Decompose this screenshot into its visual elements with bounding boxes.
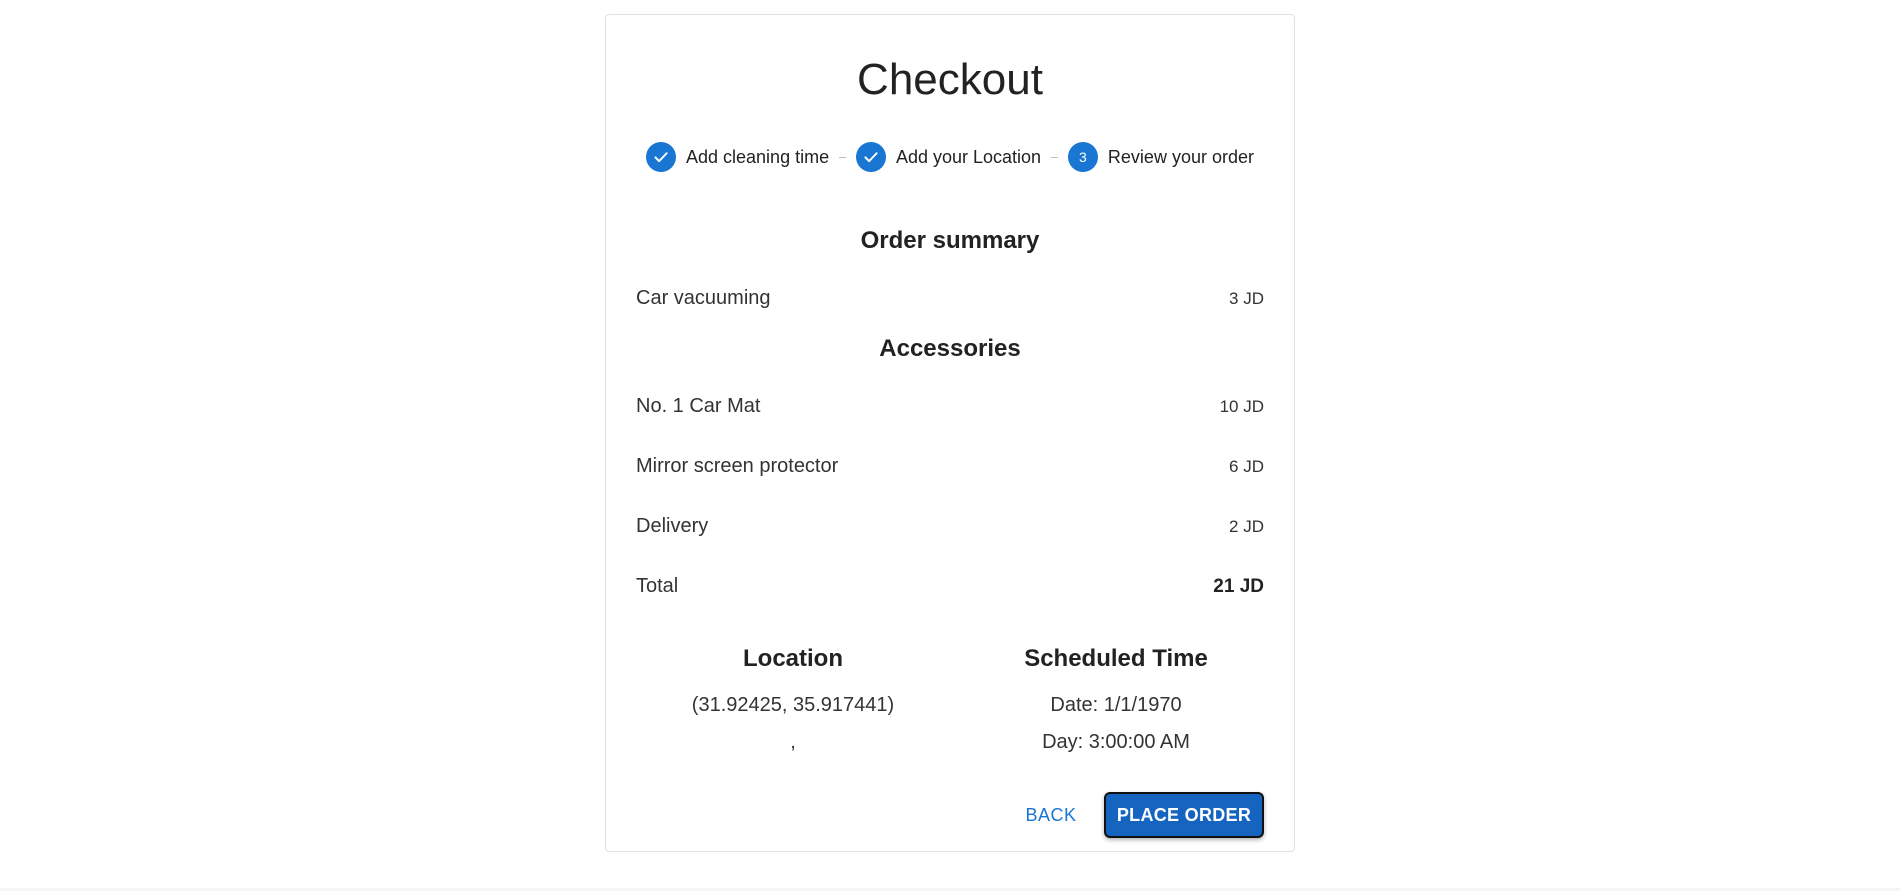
place-order-button[interactable]: PLACE ORDER bbox=[1104, 792, 1264, 838]
service-price: 3 JD bbox=[1229, 288, 1264, 308]
page-title: Checkout bbox=[857, 55, 1043, 104]
step-label: Add your Location bbox=[895, 146, 1042, 167]
back-button[interactable]: BACK bbox=[1019, 793, 1083, 837]
schedule-day: Day: 3:00:00 AM bbox=[1042, 731, 1190, 753]
accessory-row: Mirror screen protector 6 JD bbox=[636, 455, 1264, 478]
location-heading: Location bbox=[743, 645, 843, 672]
step-add-location: Add your Location bbox=[855, 142, 1042, 172]
schedule-heading: Scheduled Time bbox=[1024, 645, 1208, 672]
total-label: Total bbox=[636, 575, 679, 597]
step-label: Add cleaning time bbox=[686, 146, 830, 167]
accessory-price: 6 JD bbox=[1229, 456, 1264, 476]
schedule-section: Scheduled Time Date: 1/1/1970 Day: 3:00:… bbox=[956, 645, 1276, 761]
step-connector bbox=[839, 156, 846, 158]
location-coordinates: (31.92425, 35.917441) bbox=[691, 694, 895, 716]
delivery-price: 2 JD bbox=[1229, 516, 1264, 536]
checkout-stepper: Add cleaning time Add your Location 3 Re… bbox=[646, 142, 1254, 172]
service-name: Car vacuuming bbox=[636, 287, 771, 309]
step-add-cleaning-time: Add cleaning time bbox=[646, 142, 829, 172]
step-label: Review your order bbox=[1107, 146, 1254, 167]
step-connector bbox=[1051, 156, 1058, 158]
step-review-order: 3 Review your order bbox=[1067, 142, 1254, 172]
check-icon bbox=[855, 142, 886, 172]
accessories-heading: Accessories bbox=[879, 335, 1021, 362]
total-price: 21 JD bbox=[1213, 575, 1264, 597]
service-row: Car vacuuming 3 JD bbox=[636, 287, 1264, 310]
accessory-row: No. 1 Car Mat 10 JD bbox=[636, 395, 1264, 418]
schedule-date: Date: 1/1/1970 bbox=[1050, 694, 1182, 716]
accessory-name: Mirror screen protector bbox=[636, 455, 839, 477]
delivery-row: Delivery 2 JD bbox=[636, 515, 1264, 538]
check-icon bbox=[646, 142, 676, 172]
accessory-name: No. 1 Car Mat bbox=[636, 395, 761, 417]
accessory-price: 10 JD bbox=[1219, 396, 1264, 416]
checkout-card: Checkout Add cleaning time Add your Loca… bbox=[605, 14, 1295, 852]
location-section: Location (31.92425, 35.917441) , bbox=[633, 645, 953, 761]
step-number-badge: 3 bbox=[1067, 142, 1098, 172]
order-summary-heading: Order summary bbox=[860, 227, 1040, 254]
delivery-name: Delivery bbox=[636, 515, 709, 537]
total-row: Total 21 JD bbox=[636, 575, 1264, 598]
location-address: , bbox=[790, 731, 796, 753]
